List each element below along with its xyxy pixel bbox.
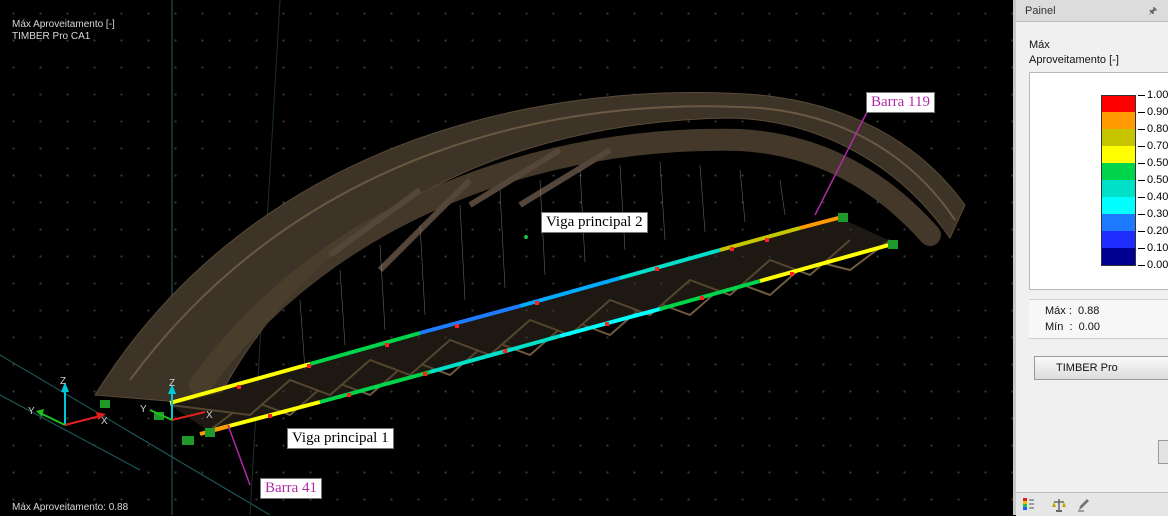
viewport-title: Máx Aproveitamento [-]	[12, 19, 115, 30]
viewport-status: Máx Aproveitamento: 0.88	[12, 502, 129, 513]
axis-y-label-2: Y	[140, 404, 147, 415]
color-scale[interactable]: 1.00 0.90 0.80 0.70 0.50 0.50 0.40 0.30 …	[1029, 72, 1168, 290]
min-max-summary: Máx : 0.88 Mín : 0.00	[1029, 299, 1168, 339]
scale-value: 0.30	[1147, 208, 1168, 220]
pen-icon[interactable]	[1076, 497, 1092, 513]
callout-barra-41: Barra 41	[260, 478, 323, 499]
scale-value: 0.00	[1147, 259, 1168, 271]
scale-value: 0.40	[1147, 191, 1168, 203]
scale-value: 1.00	[1147, 89, 1168, 101]
3d-viewport[interactable]: Z X Y Z X Y Máx Aproveitamento [-] TIMBE…	[0, 0, 1013, 515]
bridge-model[interactable]: Z X Y Z X Y	[0, 0, 1013, 515]
color-scale-bar	[1101, 95, 1137, 270]
viewport-subtitle: TIMBER Pro CA1	[12, 31, 91, 42]
color-scale-icon[interactable]	[1021, 497, 1037, 513]
panel-result-label: Máx	[1029, 39, 1050, 51]
scale-value: 0.70	[1147, 140, 1168, 152]
scale-value: 0.90	[1147, 106, 1168, 118]
control-panel: Painel 🖈 Máx Aproveitamento [-] 1.00 0.9…	[1013, 0, 1168, 516]
panel-footer-toolbar	[1016, 492, 1168, 516]
panel-title: Painel	[1025, 5, 1056, 17]
scale-value: 0.80	[1147, 123, 1168, 135]
max-value-text: Máx : 0.88	[1045, 305, 1100, 317]
camera-icon[interactable]	[1158, 440, 1168, 464]
scale-balance-icon[interactable]	[1051, 497, 1067, 513]
min-value-text: Mín : 0.00	[1045, 321, 1101, 333]
panel-header: Painel 🖈	[1016, 0, 1168, 22]
scale-value: 0.50	[1147, 174, 1168, 186]
callout-barra-119: Barra 119	[866, 92, 936, 113]
scale-value: 0.20	[1147, 225, 1168, 237]
pin-icon[interactable]: 🖈	[1148, 4, 1157, 21]
axis-x-label: X	[101, 416, 108, 427]
panel-result-label-2: Aproveitamento [-]	[1029, 54, 1119, 66]
callout-viga-principal-2: Viga principal 2	[541, 212, 648, 233]
scale-value: 0.10	[1147, 242, 1168, 254]
axis-x-label-2: X	[206, 410, 213, 421]
callout-viga-principal-1: Viga principal 1	[287, 428, 394, 449]
scale-value: 0.50	[1147, 157, 1168, 169]
axis-z-label: Z	[60, 376, 66, 387]
axis-y-label: Y	[28, 406, 35, 417]
timber-pro-button[interactable]: TIMBER Pro	[1034, 356, 1168, 380]
axis-z-label-2: Z	[169, 378, 175, 389]
